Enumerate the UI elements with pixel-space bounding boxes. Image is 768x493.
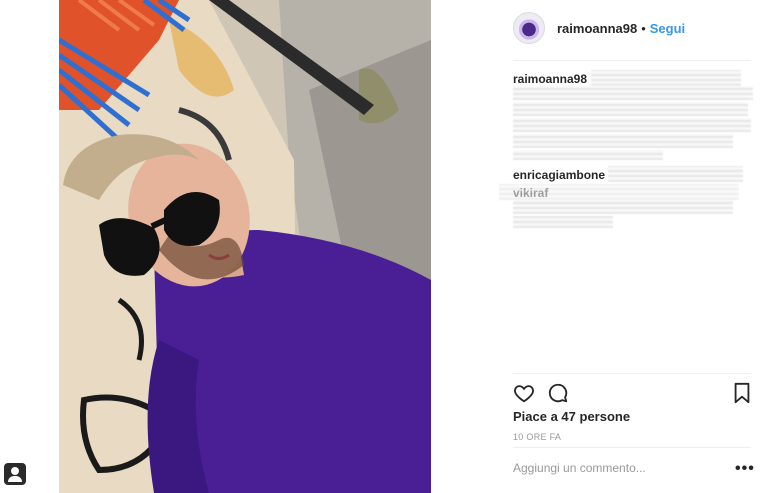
header-separator: •: [641, 20, 646, 36]
obscured-text: [513, 216, 613, 228]
post-header: raimoanna98 • Segui: [513, 12, 685, 44]
comment-icon[interactable]: [547, 382, 569, 404]
comment-username[interactable]: enricagiambone: [513, 168, 605, 182]
comment-item: enricagiambone: [513, 168, 605, 182]
likes-count[interactable]: Piace a 47 persone: [513, 409, 630, 424]
avatar[interactable]: [513, 12, 545, 44]
selfie-image: [59, 0, 431, 493]
more-options-button[interactable]: •••: [735, 460, 755, 478]
obscured-text: [513, 200, 733, 214]
post-photo[interactable]: [59, 0, 431, 493]
actions-divider: [513, 373, 751, 374]
person-badge-icon[interactable]: [4, 463, 26, 485]
comment-input[interactable]: [513, 458, 723, 478]
header-divider: [513, 60, 751, 61]
obscured-text: [513, 134, 733, 148]
post-username[interactable]: raimoanna98: [557, 21, 637, 36]
action-bar: [513, 382, 751, 406]
obscured-text: [499, 184, 739, 200]
comment-divider: [513, 447, 751, 448]
heart-icon[interactable]: [513, 382, 535, 404]
obscured-text: [513, 102, 748, 116]
comment-username[interactable]: raimoanna98: [513, 72, 587, 86]
obscured-text: [513, 150, 663, 160]
obscured-text: [513, 118, 751, 132]
post-side-panel: raimoanna98 • Segui raimoanna98 enricagi…: [431, 0, 768, 493]
obscured-text: [513, 86, 753, 100]
obscured-text: [608, 166, 743, 182]
follow-button[interactable]: Segui: [650, 21, 685, 36]
bookmark-icon[interactable]: [733, 382, 751, 404]
comment-item: raimoanna98: [513, 72, 587, 86]
obscured-text: [591, 70, 741, 86]
post-timestamp[interactable]: 10 ORE FA: [513, 432, 561, 442]
